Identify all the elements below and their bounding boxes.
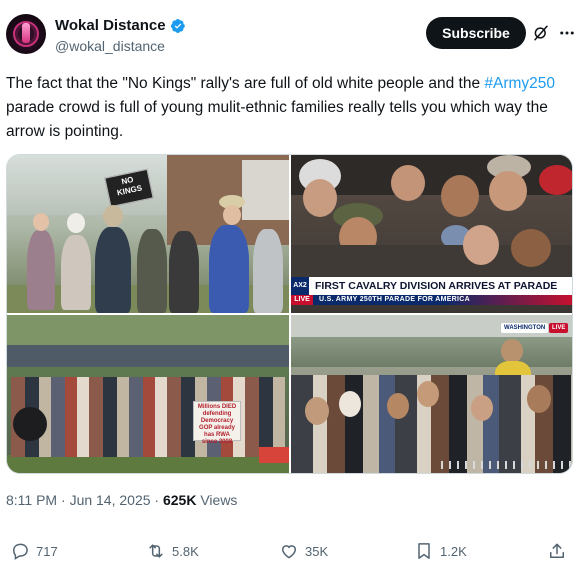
repost-count: 5.8K <box>172 543 199 559</box>
handle[interactable]: @wokal_distance <box>55 38 165 54</box>
display-name[interactable]: Wokal Distance <box>55 17 166 34</box>
parked-cars <box>7 345 289 367</box>
live-badge: LIVE <box>549 323 569 333</box>
distant-crowd <box>291 337 572 367</box>
rally-person-blue-shirt <box>209 225 249 313</box>
rally-sign-text: NO KINGS <box>116 175 143 198</box>
rally-person-hat <box>103 205 123 227</box>
photo-rally-lawn[interactable]: Millions DIED defending Democracy GOP al… <box>7 315 289 473</box>
views-label: Views <box>200 492 238 508</box>
crowd-hijab <box>339 391 361 417</box>
grok-icon[interactable] <box>532 24 550 42</box>
tweet-text-part2: parade crowd is full of young mulit-ethn… <box>6 99 548 140</box>
post-date[interactable]: Jun 14, 2025 <box>70 492 151 508</box>
photo-no-kings-rally[interactable]: NO KINGS <box>7 155 289 313</box>
bookmark-count: 1.2K <box>440 543 467 559</box>
grass <box>7 455 289 473</box>
chyron-subtitle: U.S. ARMY 250TH PARADE FOR AMERICA <box>313 295 572 305</box>
umbrella <box>13 407 47 441</box>
rally-person <box>253 229 283 313</box>
share-icon <box>550 543 564 558</box>
trees <box>7 315 289 345</box>
like-button[interactable]: 35K <box>279 541 328 561</box>
action-bar: 717 5.8K 35K 1.2K <box>6 541 573 565</box>
chyron-headline: FIRST CAVALRY DIVISION ARRIVES AT PARADE <box>309 277 572 295</box>
timestamp-row: 8:11 PM · Jun 14, 2025 · 625K Views <box>6 492 238 508</box>
crowd-face <box>391 165 425 201</box>
tweet-text-part1: The fact that the "No Kings" rally's are… <box>6 75 485 92</box>
avatar-figure <box>22 23 30 43</box>
reply-button[interactable]: 717 <box>10 541 58 561</box>
heart-icon <box>281 545 297 559</box>
crowd-face <box>305 397 329 425</box>
crowd-face <box>417 381 439 407</box>
chyron-network-tag: AX2 <box>291 277 309 295</box>
rally-person <box>27 230 55 310</box>
crowd-face <box>303 179 337 217</box>
rally-person <box>169 231 199 313</box>
washington-badge: WASHINGTON <box>501 323 549 333</box>
rally-person-hat <box>67 213 85 233</box>
post-time[interactable]: 8:11 PM <box>6 492 57 508</box>
photo-army-parade-crowd[interactable]: AX2 FIRST CAVALRY DIVISION ARRIVES AT PA… <box>291 155 572 313</box>
photo-parade-crowd-mall[interactable]: WASHINGTON LIVE <box>291 315 572 473</box>
protest-sign-text: Millions DIED defending Democracy GOP al… <box>197 404 237 445</box>
protest-sign: Millions DIED defending Democracy GOP al… <box>193 401 241 445</box>
tweet-header: Wokal Distance @wokal_distance Subscribe <box>6 14 576 60</box>
repost-button[interactable]: 5.8K <box>146 541 199 561</box>
reply-icon <box>12 543 28 560</box>
crowd-face <box>387 393 409 419</box>
chyron-live-badge: LIVE <box>291 295 313 305</box>
hashtag-link[interactable]: #Army250 <box>484 75 555 92</box>
subscribe-button[interactable]: Subscribe <box>426 17 526 49</box>
views-count: 625K <box>162 492 197 508</box>
share-button[interactable] <box>547 541 567 561</box>
crowd-face <box>511 229 551 267</box>
crowd-red-cap <box>539 165 572 195</box>
building-right <box>242 160 289 220</box>
barricade <box>441 461 572 469</box>
tweet-text: The fact that the "No Kings" rally's are… <box>6 72 573 144</box>
reply-count: 717 <box>36 543 58 559</box>
crowd-face <box>463 225 499 265</box>
rally-person-head <box>223 205 241 225</box>
rally-person <box>137 229 167 313</box>
media-grid: NO KINGS AX2 FIRST CAVALRY DIVISION ARRI… <box>6 154 573 474</box>
crowd-face <box>471 395 493 421</box>
crowd-face <box>441 175 479 217</box>
bookmark-icon <box>418 543 430 559</box>
repost-icon <box>149 544 163 558</box>
crowd-face <box>489 171 527 211</box>
name-row: Wokal Distance <box>55 17 186 34</box>
news-chyron: AX2 FIRST CAVALRY DIVISION ARRIVES AT PA… <box>291 277 572 307</box>
crowd-face <box>527 385 551 413</box>
rally-person <box>61 235 91 310</box>
child-face <box>501 339 523 363</box>
verified-badge-icon <box>170 18 185 33</box>
bookmark-button[interactable]: 1.2K <box>414 541 467 561</box>
avatar[interactable] <box>6 14 46 54</box>
like-count: 35K <box>305 543 329 559</box>
rally-person-head <box>33 213 49 231</box>
more-icon[interactable] <box>558 24 576 42</box>
rally-person <box>95 227 131 313</box>
seated-crowd <box>11 377 285 457</box>
red-sign <box>259 447 289 463</box>
